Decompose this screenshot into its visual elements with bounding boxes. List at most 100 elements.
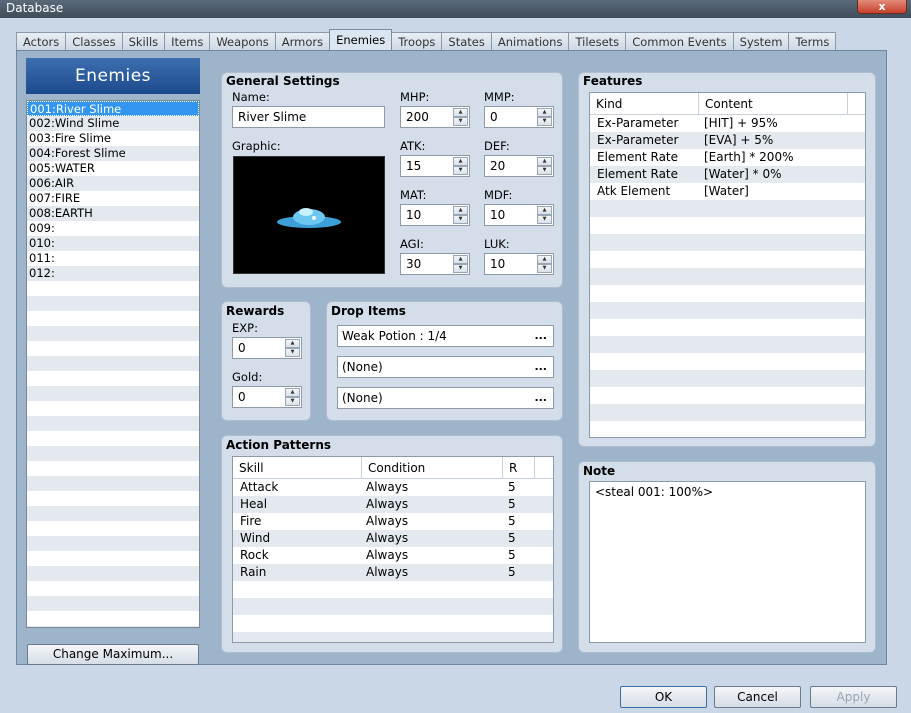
feature-row[interactable]: Element Rate [Earth] * 200% [590,149,865,166]
gold-spin-buttons[interactable]: ▲ ▼ [285,388,300,406]
mdf-spin-buttons[interactable]: ▲ ▼ [537,206,552,224]
spin-down-icon[interactable]: ▼ [285,397,300,406]
spin-down-icon[interactable]: ▼ [537,117,552,126]
change-maximum-button[interactable]: Change Maximum... [27,644,199,665]
name-field[interactable]: River Slime [232,106,385,128]
tab-weapons[interactable]: Weapons [209,32,276,51]
col-rating[interactable]: R [503,457,535,479]
cancel-button[interactable]: Cancel [714,686,801,708]
atk-spinner[interactable]: 15 ▲ ▼ [400,155,470,177]
action-patterns-table[interactable]: Skill Condition R Attack Always 5 Heal Alway… [232,456,554,643]
spin-down-icon[interactable]: ▼ [537,166,552,175]
tab-enemies[interactable]: Enemies [329,29,393,50]
tab-items[interactable]: Items [164,32,211,51]
feature-row[interactable]: Ex-Parameter [EVA] + 5% [590,132,865,149]
spin-up-icon[interactable]: ▲ [537,206,552,215]
def-spinner[interactable]: 20 ▲ ▼ [484,155,554,177]
mat-spin-buttons[interactable]: ▲ ▼ [453,206,468,224]
spin-up-icon[interactable]: ▲ [285,339,300,348]
exp-spin-buttons[interactable]: ▲ ▼ [285,339,300,357]
enemy-list-item[interactable]: 005:WATER [27,161,199,176]
spin-up-icon[interactable]: ▲ [537,157,552,166]
spin-up-icon[interactable]: ▲ [285,388,300,397]
agi-spinner[interactable]: 30 ▲ ▼ [400,253,470,275]
enemy-list-item[interactable]: 001:River Slime [27,101,199,116]
tab-animations[interactable]: Animations [490,32,570,51]
feature-row[interactable]: Element Rate [Water] * 0% [590,166,865,183]
mhp-spinner[interactable]: 200 ▲ ▼ [400,106,470,128]
enemy-list-item[interactable]: 002:Wind Slime [27,116,199,131]
luk-spinner[interactable]: 10 ▲ ▼ [484,253,554,275]
ok-button[interactable]: OK [620,686,707,708]
spin-up-icon[interactable]: ▲ [453,108,468,117]
luk-spin-buttons[interactable]: ▲ ▼ [537,255,552,273]
agi-spin-buttons[interactable]: ▲ ▼ [453,255,468,273]
enemy-list-item[interactable]: 006:AIR [27,176,199,191]
tab-armors[interactable]: Armors [274,32,331,51]
note-textarea[interactable]: <steal 001: 100%> [589,481,866,643]
enemy-list-item[interactable]: 009: [27,221,199,236]
spin-down-icon[interactable]: ▼ [537,215,552,224]
mmp-spin-buttons[interactable]: ▲ ▼ [537,108,552,126]
enemy-list-item[interactable]: 003:Fire Slime [27,131,199,146]
col-kind[interactable]: Kind [590,93,699,115]
mdf-spinner[interactable]: 10 ▲ ▼ [484,204,554,226]
spin-up-icon[interactable]: ▲ [453,157,468,166]
tab-common-events[interactable]: Common Events [625,32,734,51]
action-pattern-row[interactable]: Attack Always 5 [233,479,553,496]
drop-item-field[interactable]: Weak Potion : 1/4... [337,325,554,347]
spin-down-icon[interactable]: ▼ [453,215,468,224]
col-condition[interactable]: Condition [362,457,503,479]
enemy-list-item[interactable]: 004:Forest Slime [27,146,199,161]
mhp-spin-buttons[interactable]: ▲ ▼ [453,108,468,126]
mat-spinner[interactable]: 10 ▲ ▼ [400,204,470,226]
tab-actors[interactable]: Actors [16,32,67,51]
spin-up-icon[interactable]: ▲ [453,206,468,215]
tab-states[interactable]: States [441,32,492,51]
def-spin-buttons[interactable]: ▲ ▼ [537,157,552,175]
spin-down-icon[interactable]: ▼ [285,348,300,357]
enemy-list-item[interactable]: 012: [27,266,199,281]
col-skill[interactable]: Skill [233,457,362,479]
enemy-list-item[interactable]: 008:EARTH [27,206,199,221]
action-pattern-row[interactable]: Rock Always 5 [233,547,553,564]
feature-row[interactable]: Atk Element [Water] [590,183,865,200]
tab-system[interactable]: System [732,32,790,51]
ellipsis-icon[interactable]: ... [534,357,547,377]
feature-row[interactable]: Ex-Parameter [HIT] + 95% [590,115,865,132]
action-pattern-row[interactable]: Fire Always 5 [233,513,553,530]
action-pattern-row[interactable]: Rain Always 5 [233,564,553,581]
spin-up-icon[interactable]: ▲ [453,255,468,264]
tab-terms[interactable]: Terms [788,32,837,51]
action-pattern-row[interactable]: Heal Always 5 [233,496,553,513]
spin-down-icon[interactable]: ▼ [453,264,468,273]
drop-item-field[interactable]: (None)... [337,387,554,409]
tab-tilesets[interactable]: Tilesets [568,32,627,51]
drop-item-field[interactable]: (None)... [337,356,554,378]
tab-skills[interactable]: Skills [121,32,166,51]
gold-spinner[interactable]: 0 ▲ ▼ [232,386,302,408]
exp-spinner[interactable]: 0 ▲ ▼ [232,337,302,359]
enemy-list[interactable]: 001:River Slime 002:Wind Slime 003:Fire Sl… [26,100,200,628]
atk-spin-buttons[interactable]: ▲ ▼ [453,157,468,175]
spin-down-icon[interactable]: ▼ [537,264,552,273]
features-table[interactable]: Kind Content Ex-Parameter [HIT] + 95% Ex-P… [589,92,866,438]
spin-down-icon[interactable]: ▼ [453,166,468,175]
tab-troops[interactable]: Troops [391,32,443,51]
enemy-list-item[interactable]: 010: [27,236,199,251]
spin-down-icon[interactable]: ▼ [453,117,468,126]
features-title: Features [583,74,643,88]
ellipsis-icon[interactable]: ... [534,326,547,346]
mmp-spinner[interactable]: 0 ▲ ▼ [484,106,554,128]
tab-classes[interactable]: Classes [65,32,123,51]
enemy-graphic[interactable] [233,156,385,274]
action-pattern-row[interactable]: Wind Always 5 [233,530,553,547]
enemy-list-item[interactable]: 007:FIRE [27,191,199,206]
spin-up-icon[interactable]: ▲ [537,255,552,264]
apply-button[interactable]: Apply [810,686,897,708]
col-content[interactable]: Content [699,93,848,115]
enemy-list-item[interactable]: 011: [27,251,199,266]
ellipsis-icon[interactable]: ... [534,388,547,408]
spin-up-icon[interactable]: ▲ [537,108,552,117]
close-button[interactable]: x [857,0,907,14]
